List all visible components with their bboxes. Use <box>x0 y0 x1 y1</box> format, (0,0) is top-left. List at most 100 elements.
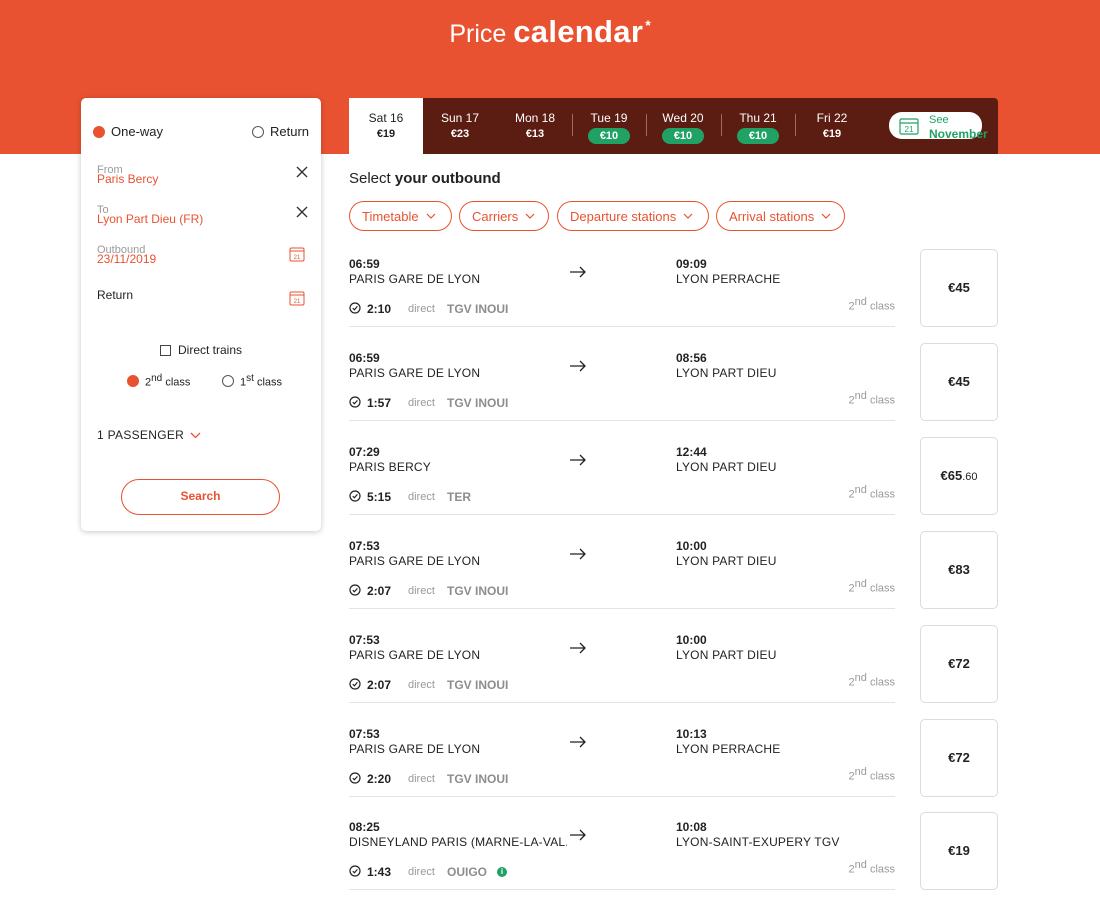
calendar-icon: 21 <box>899 118 919 135</box>
radio-selected-icon <box>127 374 139 387</box>
outbound-date-field[interactable]: Outbound 23/11/2019 21 <box>97 244 309 274</box>
travel-class: 2nd class <box>848 484 896 501</box>
arrow-right-icon <box>570 548 586 560</box>
see-november-button[interactable]: 21 See November <box>889 112 988 141</box>
svg-text:21: 21 <box>294 299 301 305</box>
carriers-filter[interactable]: Carriers <box>459 201 549 231</box>
departure-time: 06:59 <box>349 257 380 271</box>
price-value: €45 <box>948 374 970 389</box>
one-way-radio[interactable]: One-way <box>93 124 163 139</box>
calendar-icon[interactable]: 21 <box>289 290 305 306</box>
first-class-radio[interactable]: 1st class <box>222 373 282 389</box>
price-value: €45 <box>948 280 970 295</box>
price-button[interactable]: €72 <box>920 625 998 703</box>
journey-row[interactable]: 06:59 PARIS GARE DE LYON 08:56 LYON PART DI… <box>349 343 895 421</box>
arrival-station: LYON PERRACHE <box>676 272 781 286</box>
return-date-field[interactable]: Return 21 <box>97 288 309 318</box>
clear-to-icon[interactable] <box>295 205 309 219</box>
price-button[interactable]: €72 <box>920 719 998 797</box>
price-button[interactable]: €45 <box>920 343 998 421</box>
clock-icon <box>349 396 361 408</box>
passenger-selector[interactable]: 1 PASSENGER <box>97 428 201 442</box>
journey-row[interactable]: 07:29 PARIS BERCY 12:44 LYON PART DIEU 5:15 d… <box>349 437 895 515</box>
info-icon[interactable]: i <box>497 867 507 877</box>
arrow-right-icon <box>570 736 586 748</box>
departure-station: PARIS GARE DE LYON <box>349 554 481 568</box>
price-cents: .60 <box>962 471 978 483</box>
departure-time: 07:53 <box>349 539 380 553</box>
arrival-station: LYON PART DIEU <box>676 366 777 380</box>
arrival-station: LYON-SAINT-EXUPERY TGV <box>676 835 840 849</box>
checkbox-icon <box>160 344 171 356</box>
radio-selected-icon <box>93 125 105 138</box>
journey-row[interactable]: 07:53 PARIS GARE DE LYON 10:13 LYON PERRACH… <box>349 719 895 797</box>
cheap-price-badge: €10 <box>587 128 631 144</box>
price-value: €72 <box>948 656 970 671</box>
duration: 2:10 <box>367 302 392 316</box>
arrow-right-icon <box>570 266 586 278</box>
price-button[interactable]: €83 <box>920 531 998 609</box>
search-button[interactable]: Search <box>121 479 280 515</box>
price-button[interactable]: €65.60 <box>920 437 998 515</box>
page-title: Price calendar * <box>449 14 651 49</box>
clock-icon <box>349 772 361 784</box>
travel-class: 2nd class <box>848 296 896 313</box>
carrier-name: OUIGO <box>447 865 488 879</box>
from-field[interactable]: From Paris Bercy <box>97 164 309 194</box>
carrier-name: TER <box>447 490 471 504</box>
date-tab[interactable]: Sat 16 €19 <box>349 98 423 154</box>
date-tab[interactable]: Mon 18 €13 <box>498 98 572 154</box>
price-value: €72 <box>948 750 970 765</box>
svg-text:21: 21 <box>905 125 914 134</box>
arrival-time: 10:08 <box>676 820 707 834</box>
direct-trains-checkbox[interactable]: Direct trains <box>160 343 242 357</box>
travel-class: 2nd class <box>848 766 896 783</box>
carrier-name: TGV INOUI <box>447 772 509 786</box>
date-tab[interactable]: Thu 21 €10 <box>721 98 795 154</box>
timetable-filter[interactable]: Timetable <box>349 201 452 231</box>
departure-time: 06:59 <box>349 351 380 365</box>
arrow-right-icon <box>570 454 586 466</box>
arrival-stations-filter[interactable]: Arrival stations <box>716 201 845 231</box>
arrow-right-icon <box>570 642 586 654</box>
clear-from-icon[interactable] <box>295 165 309 179</box>
carrier-name: TGV INOUI <box>447 302 509 316</box>
chevron-down-icon <box>190 432 201 438</box>
date-tab[interactable]: Fri 22 €19 <box>795 98 869 154</box>
date-tab[interactable]: Wed 20 €10 <box>646 98 720 154</box>
departure-station: PARIS GARE DE LYON <box>349 742 481 756</box>
arrival-station: LYON PART DIEU <box>676 460 777 474</box>
journey-row[interactable]: 07:53 PARIS GARE DE LYON 10:00 LYON PART DI… <box>349 625 895 703</box>
to-field[interactable]: To Lyon Part Dieu (FR) <box>97 204 309 234</box>
cheap-price-badge: €10 <box>736 128 780 144</box>
chevron-down-icon <box>683 213 693 219</box>
second-class-radio[interactable]: 2nd class <box>127 373 190 389</box>
price-value: €19 <box>948 843 970 858</box>
journey-row[interactable]: 06:59 PARIS GARE DE LYON 09:09 LYON PERRACH… <box>349 249 895 327</box>
journey-row[interactable]: 07:53 PARIS GARE DE LYON 10:00 LYON PART DI… <box>349 531 895 609</box>
travel-class: 2nd class <box>848 672 896 689</box>
price-value: €65 <box>940 468 963 483</box>
departure-stations-filter[interactable]: Departure stations <box>557 201 709 231</box>
price-button[interactable]: €19 <box>920 812 998 890</box>
arrival-time: 10:00 <box>676 633 707 647</box>
departure-station: PARIS BERCY <box>349 460 431 474</box>
price-button[interactable]: €45 <box>920 249 998 327</box>
journey-row[interactable]: 08:25 DISNEYLAND PARIS (MARNE-LA-VAL... 10… <box>349 812 895 890</box>
return-radio[interactable]: Return <box>252 124 309 139</box>
chevron-down-icon <box>525 213 535 219</box>
duration: 1:57 <box>367 396 392 410</box>
arrival-station: LYON PART DIEU <box>676 554 777 568</box>
calendar-icon[interactable]: 21 <box>289 246 305 262</box>
clock-icon <box>349 302 361 314</box>
svg-text:21: 21 <box>294 255 301 261</box>
date-tab[interactable]: Tue 19 €10 <box>572 98 646 154</box>
departure-time: 07:53 <box>349 633 380 647</box>
travel-class: 2nd class <box>848 390 896 407</box>
carrier-name: TGV INOUI <box>447 584 509 598</box>
chevron-down-icon <box>426 213 436 219</box>
arrival-time: 12:44 <box>676 445 707 459</box>
direct-label: direct <box>408 303 435 315</box>
date-tab[interactable]: Sun 17 €23 <box>423 98 497 154</box>
direct-label: direct <box>408 491 435 503</box>
